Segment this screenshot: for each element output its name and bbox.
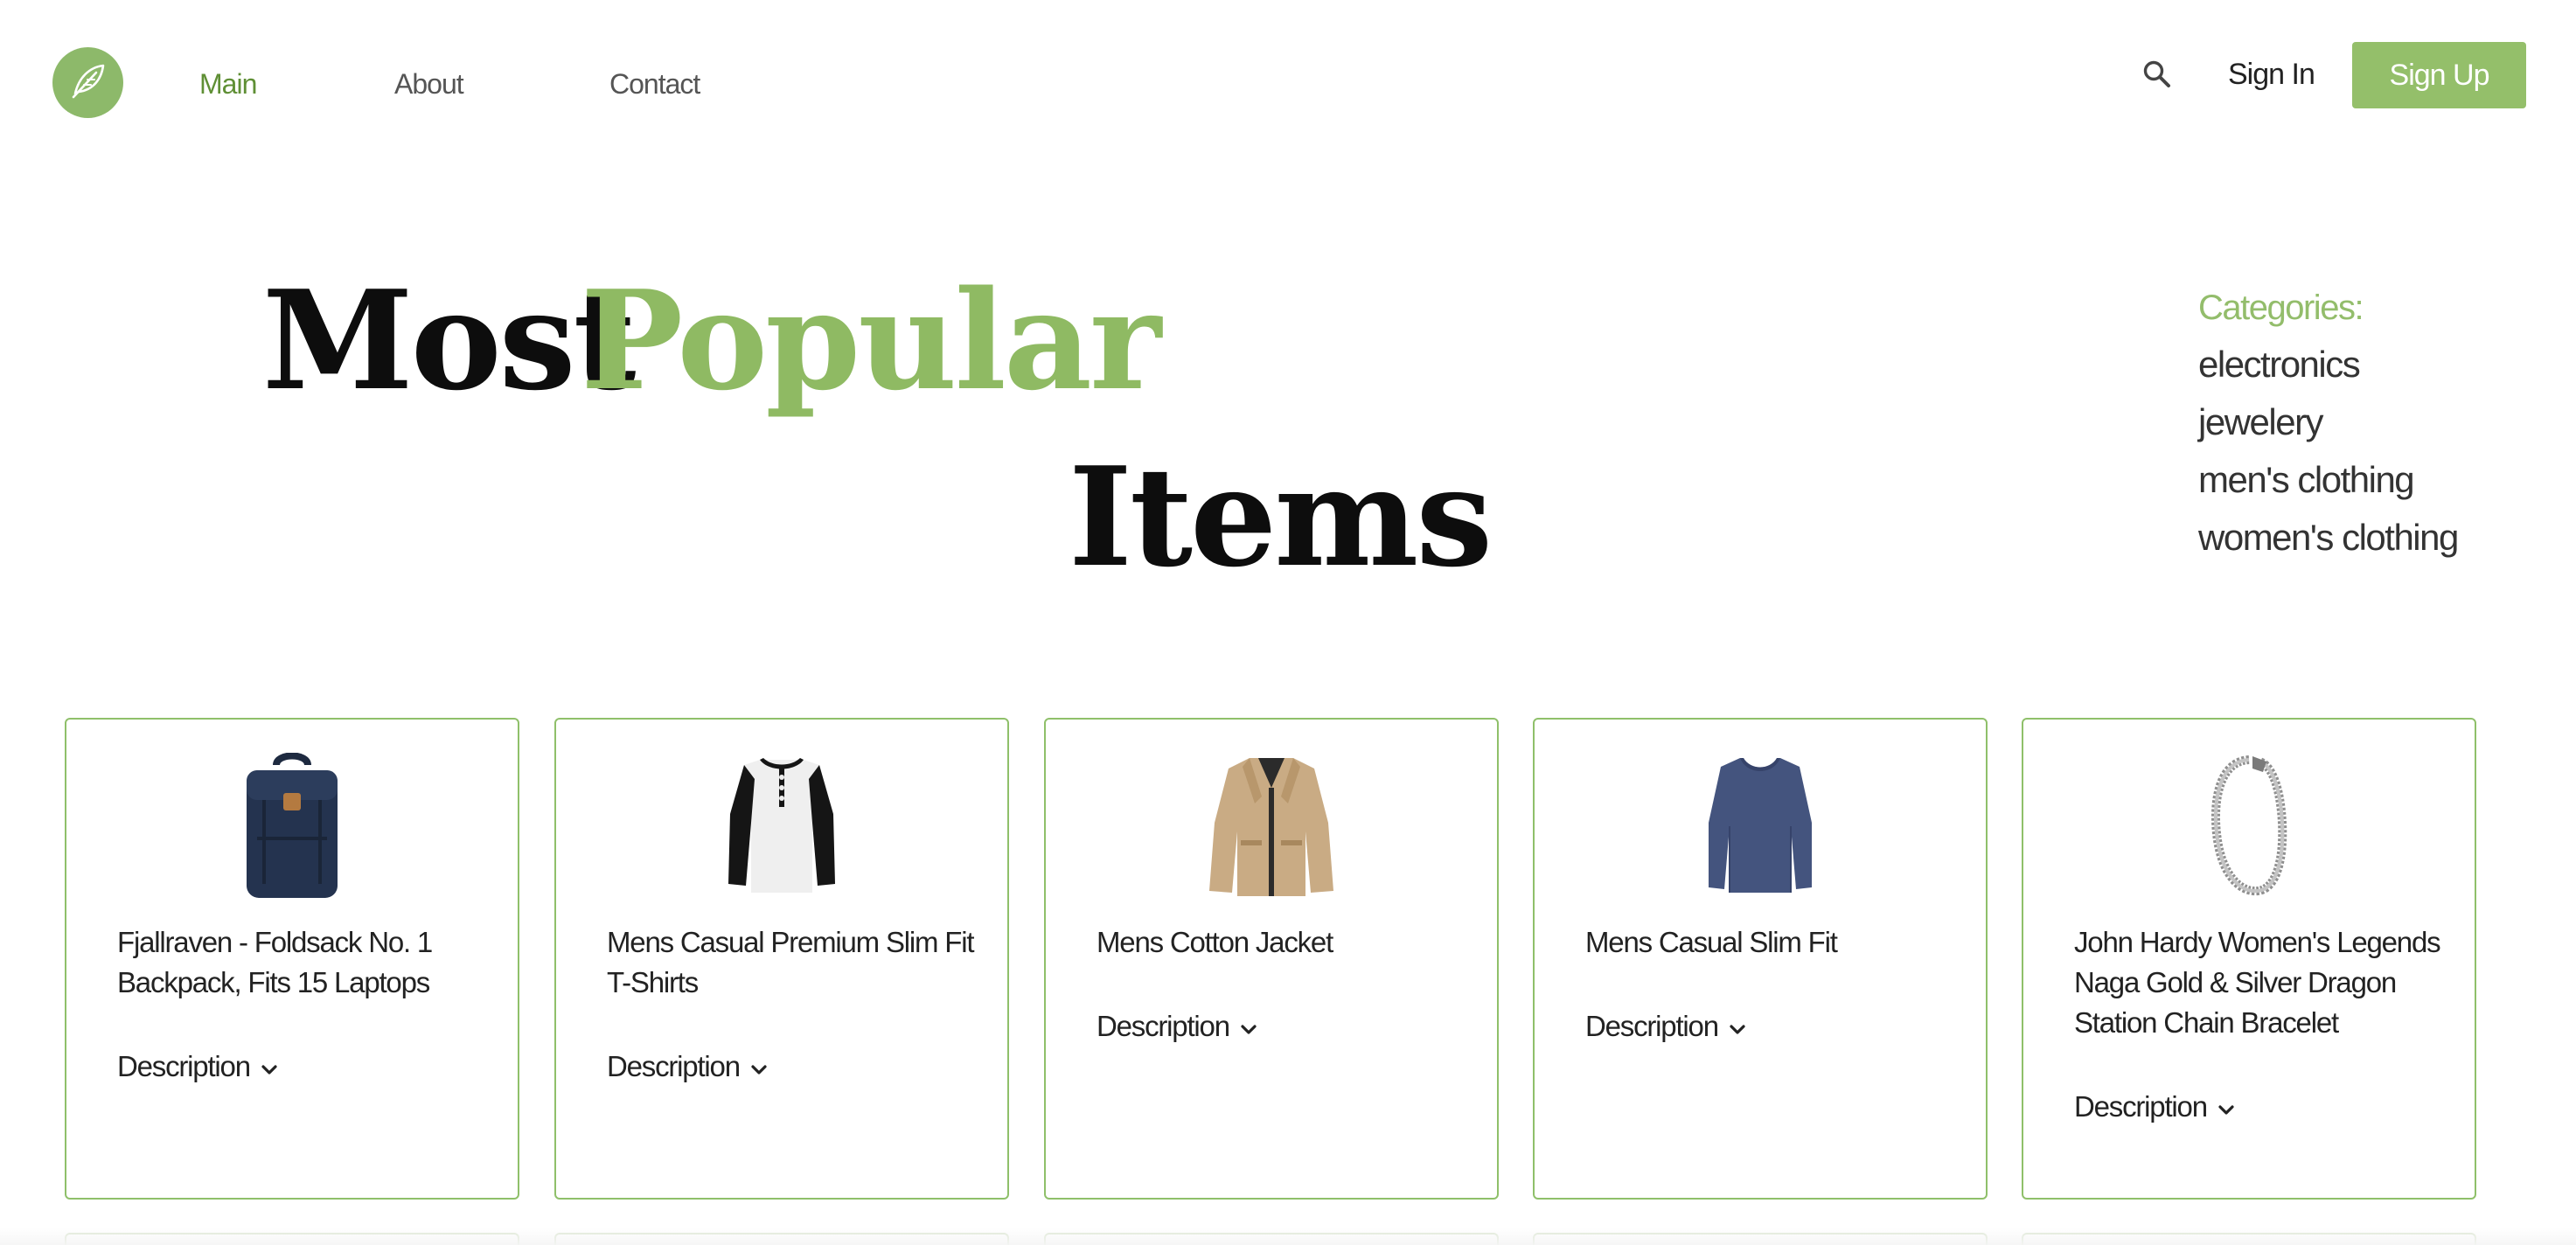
- product-title: Fjallraven - Foldsack No. 1 Backpack, Fi…: [117, 926, 433, 998]
- category-womens-clothing[interactable]: women's clothing: [2198, 517, 2459, 559]
- description-toggle[interactable]: Description: [607, 1050, 768, 1083]
- nav-link-contact[interactable]: Contact: [609, 68, 700, 101]
- chevron-down-icon: [261, 1050, 278, 1083]
- backpack-image: [222, 753, 362, 898]
- product-card-partial[interactable]: [554, 1233, 1009, 1245]
- description-label: Description: [117, 1050, 251, 1082]
- henley-shirt-image: [712, 753, 852, 898]
- product-title: Mens Casual Slim Fit: [1585, 926, 1838, 958]
- product-card-partial[interactable]: [2022, 1233, 2476, 1245]
- category-jewelery[interactable]: jewelery: [2198, 401, 2458, 443]
- leaf-icon: [66, 59, 110, 107]
- chevron-down-icon: [1240, 1010, 1257, 1043]
- hero-title-items: Items: [1069, 437, 1493, 597]
- categories-title: Categories:: [2198, 289, 2364, 327]
- nav-link-main[interactable]: Main: [199, 68, 257, 101]
- logo-button[interactable]: [52, 47, 123, 118]
- long-sleeve-tee-image: [1690, 753, 1830, 898]
- product-card[interactable]: Mens Casual Slim Fit Description: [1533, 718, 1988, 1200]
- search-button[interactable]: [2137, 56, 2177, 96]
- product-card-partial[interactable]: [1533, 1233, 1988, 1245]
- product-title: Mens Cotton Jacket: [1097, 926, 1333, 958]
- page: Main About Contact Sign In Sign Up Most …: [0, 0, 2576, 1245]
- description-toggle[interactable]: Description: [117, 1050, 278, 1083]
- description-label: Description: [2074, 1090, 2208, 1123]
- cotton-jacket-image: [1201, 753, 1341, 898]
- search-icon: [2142, 59, 2172, 94]
- product-card[interactable]: Mens Cotton Jacket Description: [1044, 718, 1499, 1200]
- description-toggle[interactable]: Description: [1097, 1010, 1257, 1043]
- product-card-partial[interactable]: [65, 1233, 519, 1245]
- description-label: Description: [1585, 1010, 1719, 1042]
- sign-in-link[interactable]: Sign In: [2228, 58, 2315, 92]
- hero-title-popular: Popular: [581, 261, 1161, 421]
- category-mens-clothing[interactable]: men's clothing: [2198, 459, 2458, 501]
- nav-link-about[interactable]: About: [394, 68, 464, 101]
- product-card-partial[interactable]: [1044, 1233, 1499, 1245]
- hero-title-most: Most: [262, 261, 637, 421]
- product-title: John Hardy Women's Legends Naga Gold & S…: [2074, 926, 2441, 1039]
- sign-up-button[interactable]: Sign Up: [2352, 42, 2526, 108]
- chevron-down-icon: [2217, 1090, 2235, 1123]
- chevron-down-icon: [750, 1050, 768, 1083]
- product-card[interactable]: John Hardy Women's Legends Naga Gold & S…: [2022, 718, 2476, 1200]
- description-toggle[interactable]: Description: [1585, 1010, 1746, 1043]
- categories-panel: Categories: electronics jewelery men's c…: [2198, 289, 2459, 574]
- dragon-bracelet-image: [2179, 753, 2319, 898]
- chevron-down-icon: [1729, 1010, 1746, 1043]
- description-label: Description: [607, 1050, 741, 1082]
- description-label: Description: [1097, 1010, 1230, 1042]
- category-electronics[interactable]: electronics: [2198, 344, 2458, 386]
- product-card[interactable]: Fjallraven - Foldsack No. 1 Backpack, Fi…: [65, 718, 519, 1200]
- product-title: Mens Casual Premium Slim Fit T-Shirts: [607, 926, 975, 998]
- product-card[interactable]: Mens Casual Premium Slim Fit T-Shirts De…: [554, 718, 1009, 1200]
- description-toggle[interactable]: Description: [2074, 1090, 2235, 1123]
